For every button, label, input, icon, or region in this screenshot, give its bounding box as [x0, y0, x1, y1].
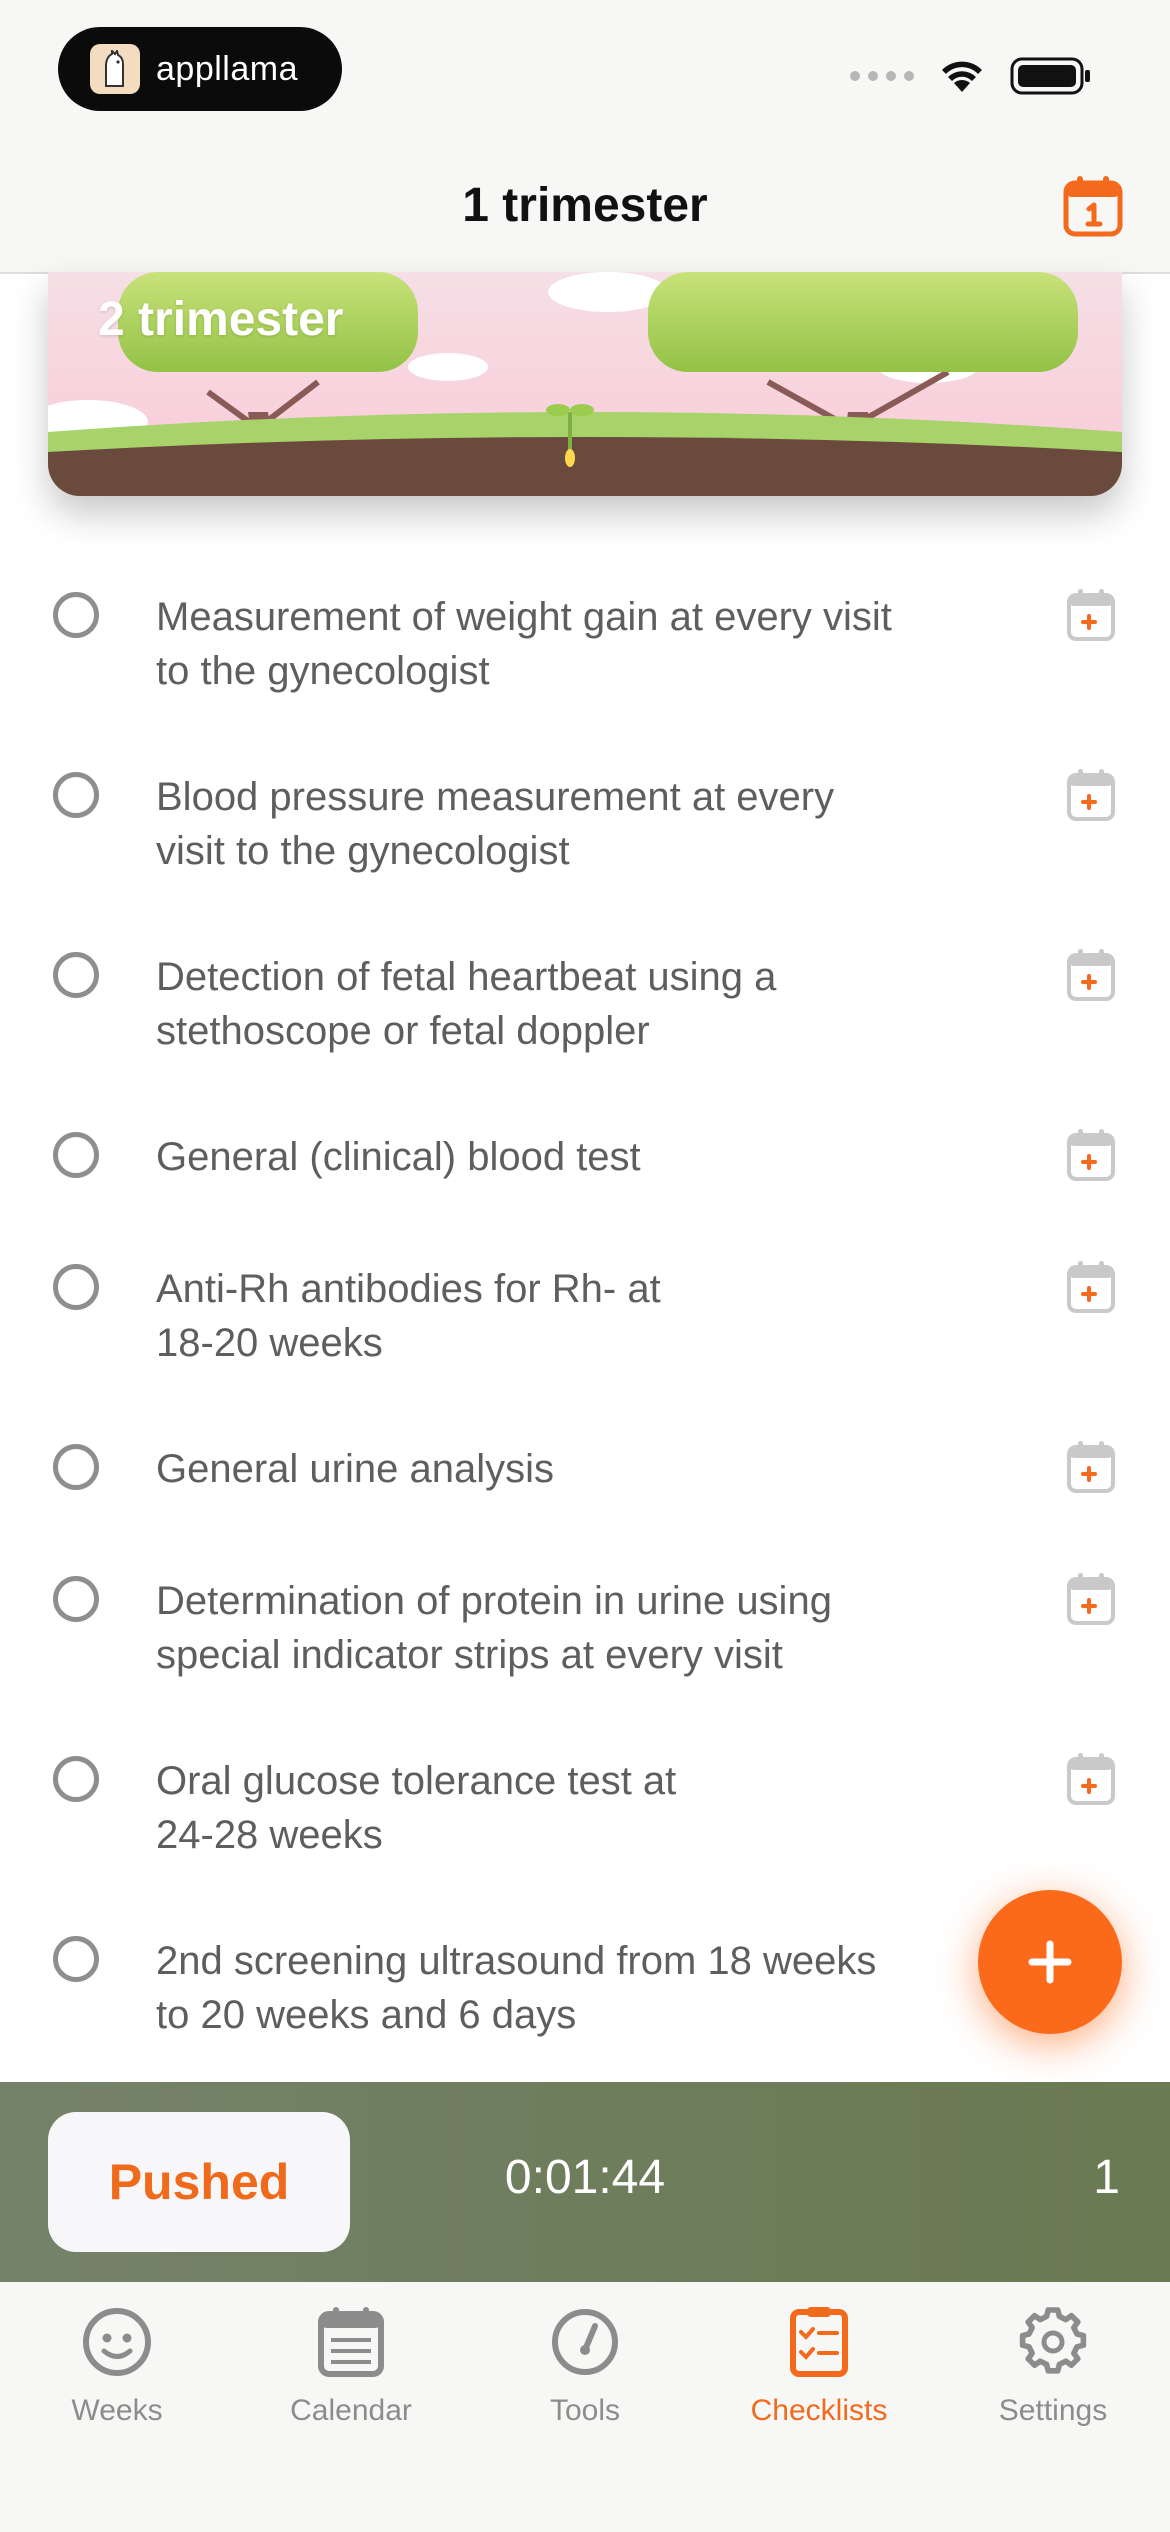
tab-settings[interactable]: Settings — [936, 2304, 1170, 2428]
brand-pill[interactable]: appllama — [58, 27, 342, 111]
battery-icon — [1010, 57, 1090, 95]
checkbox-circle[interactable] — [53, 1444, 99, 1490]
add-to-calendar-icon[interactable] — [1066, 1260, 1116, 1314]
add-to-calendar-icon[interactable] — [1066, 1128, 1116, 1182]
brand-name: appllama — [156, 49, 298, 88]
plus-icon — [1028, 1940, 1072, 1984]
list-item[interactable]: Oral glucose tolerance test at 24-28 week… — [0, 1724, 1170, 1874]
checkbox-circle[interactable] — [53, 1756, 99, 1802]
add-item-button[interactable] — [978, 1890, 1122, 2034]
tab-label: Weeks — [71, 2394, 163, 2427]
item-text: Detection of fetal heartbeat using a stet… — [156, 955, 777, 1053]
list-item[interactable]: Blood pressure measurement at every visit… — [0, 740, 1170, 890]
list-item[interactable]: General urine analysis — [0, 1412, 1170, 1512]
wifi-icon — [942, 61, 982, 92]
gear-icon — [1019, 2307, 1087, 2374]
item-text: General (clinical) blood test — [156, 1135, 641, 1179]
calendar-icon[interactable] — [1062, 174, 1124, 238]
item-text: General urine analysis — [156, 1447, 554, 1491]
checkbox-circle[interactable] — [53, 1936, 99, 1982]
item-text: Determination of protein in urine using s… — [156, 1579, 832, 1677]
tab-checklists[interactable]: Checklists — [702, 2304, 936, 2428]
item-text: Blood pressure measurement at every visit… — [156, 775, 835, 873]
tab-tools[interactable]: Tools — [468, 2304, 702, 2428]
list-item[interactable]: Determination of protein in urine using s… — [0, 1544, 1170, 1694]
status-bar: appllama — [0, 0, 1170, 140]
calendar-icon — [318, 2307, 384, 2377]
list-item[interactable]: General (clinical) blood test — [0, 1100, 1170, 1200]
llama-logo-icon — [90, 44, 140, 94]
navigation-bar: 1 trimester — [0, 140, 1170, 274]
add-to-calendar-icon[interactable] — [1066, 588, 1116, 642]
push-count: 1 — [1093, 2151, 1120, 2204]
item-text: 2nd screening ultrasound from 18 weeks to… — [156, 1939, 877, 2037]
tab-label: Calendar — [290, 2394, 412, 2427]
checkbox-circle[interactable] — [53, 952, 99, 998]
tab-label: Settings — [998, 2394, 1108, 2427]
add-to-calendar-icon[interactable] — [1066, 1572, 1116, 1626]
contraction-timer-bar: Pushed 0:01:44 1 — [0, 2082, 1170, 2282]
checkbox-circle[interactable] — [53, 1576, 99, 1622]
tab-weeks[interactable]: Weeks — [0, 2304, 234, 2428]
gauge-icon — [552, 2309, 618, 2375]
banner-label: 2 trimester — [98, 293, 344, 346]
tab-calendar[interactable]: Calendar — [234, 2304, 468, 2428]
signal-dots-icon — [850, 71, 914, 81]
add-to-calendar-icon[interactable] — [1066, 1440, 1116, 1494]
tab-label: Checklists — [750, 2394, 888, 2427]
checklist-icon — [790, 2307, 848, 2377]
item-text: Measurement of weight gain at every visi… — [156, 595, 892, 693]
list-item[interactable]: Anti-Rh antibodies for Rh- at 18-20 weeks — [0, 1232, 1170, 1382]
page-title: 1 trimester — [462, 179, 708, 232]
smiley-face-icon — [83, 2308, 151, 2376]
checkbox-circle[interactable] — [53, 592, 99, 638]
add-to-calendar-icon[interactable] — [1066, 1752, 1116, 1806]
checkbox-circle[interactable] — [53, 772, 99, 818]
trimester-banner[interactable]: 2 trimester — [48, 272, 1122, 496]
timer-display: 0:01:44 — [504, 2151, 666, 2204]
item-text: Oral glucose tolerance test at 24-28 week… — [156, 1759, 677, 1857]
list-item[interactable]: Detection of fetal heartbeat using a stet… — [0, 920, 1170, 1070]
checkbox-circle[interactable] — [53, 1264, 99, 1310]
checkbox-circle[interactable] — [53, 1132, 99, 1178]
add-to-calendar-icon[interactable] — [1066, 948, 1116, 1002]
list-item[interactable]: Measurement of weight gain at every visi… — [0, 560, 1170, 710]
tab-label: Tools — [549, 2394, 621, 2427]
item-text: Anti-Rh antibodies for Rh- at 18-20 weeks — [156, 1267, 661, 1365]
add-to-calendar-icon[interactable] — [1066, 768, 1116, 822]
tab-bar: Weeks Calendar Tools Checklists Settings — [0, 2282, 1170, 2532]
